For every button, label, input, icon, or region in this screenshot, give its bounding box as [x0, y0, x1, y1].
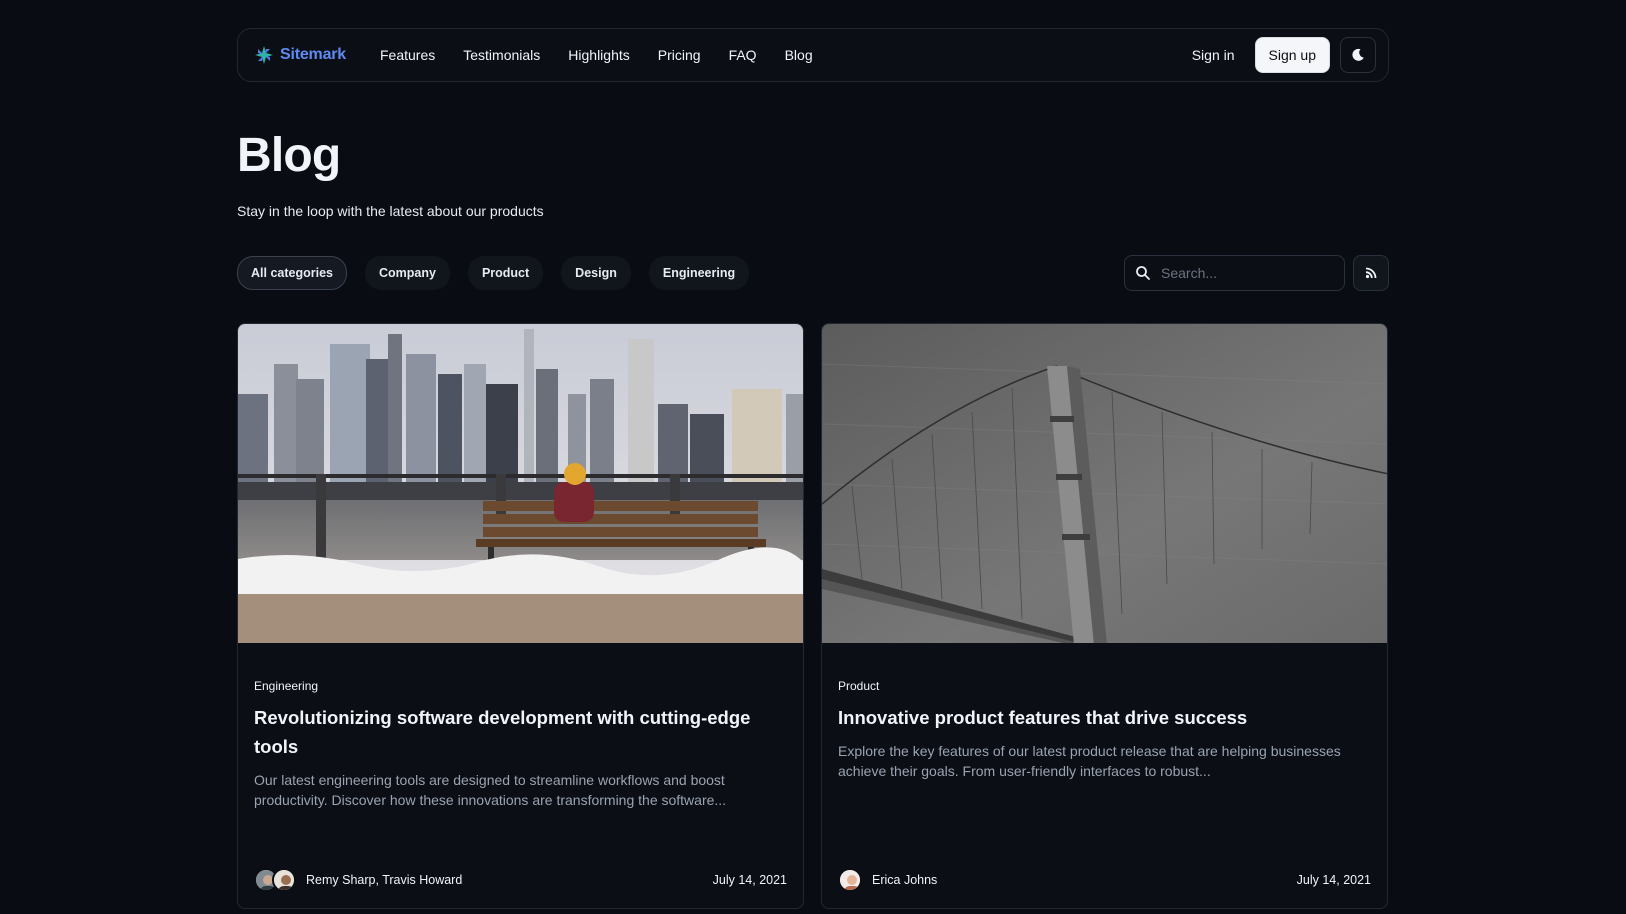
- avatar: [272, 868, 296, 892]
- sign-in-button[interactable]: Sign in: [1180, 39, 1247, 71]
- author-avatars: [838, 868, 862, 892]
- post-excerpt: Our latest engineering tools are designe…: [254, 772, 727, 808]
- avatar: [838, 868, 862, 892]
- theme-toggle-button[interactable]: [1340, 37, 1376, 73]
- nav-link-pricing[interactable]: Pricing: [646, 41, 713, 69]
- post-title[interactable]: Revolutionizing software development wit…: [254, 703, 787, 761]
- nav-link-features[interactable]: Features: [368, 41, 447, 69]
- rss-icon: [1365, 267, 1377, 279]
- search-area: [1124, 255, 1389, 291]
- post-footer: Erica Johns July 14, 2021: [838, 866, 1371, 894]
- sitemark-logo-icon: [255, 46, 273, 64]
- nav-link-highlights[interactable]: Highlights: [556, 41, 641, 69]
- nav-links: Features Testimonials Highlights Pricing…: [368, 41, 825, 69]
- category-chips: All categories Company Product Design En…: [237, 256, 750, 290]
- brand-name: Sitemark: [280, 46, 346, 63]
- post-card-body: Product Innovative product features that…: [822, 679, 1387, 781]
- post-card-body: Engineering Revolutionizing software dev…: [238, 679, 803, 810]
- top-navbar: Sitemark Features Testimonials Highlight…: [237, 28, 1389, 82]
- filter-bar: All categories Company Product Design En…: [237, 255, 1389, 291]
- post-title[interactable]: Innovative product features that drive s…: [838, 703, 1371, 732]
- post-cover-image: [822, 324, 1387, 643]
- rss-feed-button[interactable]: [1353, 255, 1389, 291]
- post-tag: Engineering: [254, 679, 319, 693]
- moon-icon: [1352, 48, 1364, 61]
- post-cover-image: [238, 324, 803, 643]
- chip-design[interactable]: Design: [561, 256, 631, 290]
- post-date: July 14, 2021: [1296, 873, 1371, 887]
- sign-up-button[interactable]: Sign up: [1254, 37, 1330, 73]
- post-authors: Erica Johns: [872, 873, 938, 887]
- post-authors: Remy Sharp, Travis Howard: [306, 873, 463, 887]
- chip-company[interactable]: Company: [364, 256, 450, 290]
- nav-link-testimonials[interactable]: Testimonials: [451, 41, 552, 69]
- nav-link-blog[interactable]: Blog: [773, 41, 825, 69]
- author-avatars: [254, 868, 296, 892]
- chip-product[interactable]: Product: [467, 256, 544, 290]
- page-subtitle: Stay in the loop with the latest about o…: [237, 203, 544, 219]
- post-excerpt: Explore the key features of our latest p…: [838, 743, 1341, 779]
- post-card[interactable]: Engineering Revolutionizing software dev…: [237, 323, 804, 909]
- brand-logo[interactable]: Sitemark: [254, 45, 346, 65]
- chip-engineering[interactable]: Engineering: [648, 256, 750, 290]
- post-date: July 14, 2021: [712, 873, 787, 887]
- chip-all-categories[interactable]: All categories: [237, 256, 347, 290]
- search-input[interactable]: [1161, 265, 1321, 281]
- post-footer: Remy Sharp, Travis Howard July 14, 2021: [254, 866, 787, 894]
- search-box[interactable]: [1124, 255, 1345, 291]
- post-tag: Product: [838, 679, 880, 693]
- search-icon: [1136, 266, 1150, 280]
- post-card[interactable]: Product Innovative product features that…: [821, 323, 1388, 909]
- nav-link-faq[interactable]: FAQ: [717, 41, 769, 69]
- page-title: Blog: [237, 129, 341, 182]
- post-grid: Engineering Revolutionizing software dev…: [237, 323, 1389, 909]
- nav-actions: Sign in Sign up: [1180, 37, 1376, 73]
